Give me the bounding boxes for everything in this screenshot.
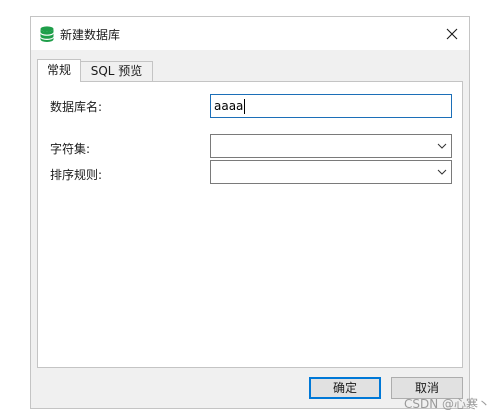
db-name-label: 数据库名: <box>50 100 103 114</box>
new-database-dialog: 新建数据库 常规 SQL 预览 数据库名: aaaa 字符集: 排序规则: 确定 <box>30 16 470 409</box>
close-icon <box>446 28 458 40</box>
database-icon <box>40 26 54 42</box>
general-panel: 数据库名: aaaa 字符集: 排序规则: <box>37 81 463 368</box>
chevron-down-icon <box>437 169 447 175</box>
charset-select[interactable] <box>210 134 452 158</box>
chevron-down-icon <box>437 143 447 149</box>
tab-general[interactable]: 常规 <box>37 59 81 82</box>
ok-button[interactable]: 确定 <box>309 377 381 399</box>
window-title: 新建数据库 <box>60 28 121 42</box>
charset-label: 字符集: <box>50 142 91 156</box>
text-caret <box>244 99 246 114</box>
close-button[interactable] <box>441 23 463 45</box>
tab-sql-preview[interactable]: SQL 预览 <box>81 61 153 81</box>
db-name-value: aaaa <box>214 99 244 113</box>
watermark: CSDN @心寒丶 <box>403 397 490 411</box>
collation-label: 排序规则: <box>50 168 103 182</box>
collation-select[interactable] <box>210 160 452 184</box>
title-bar: 新建数据库 <box>31 17 469 50</box>
db-name-input[interactable]: aaaa <box>210 94 452 118</box>
